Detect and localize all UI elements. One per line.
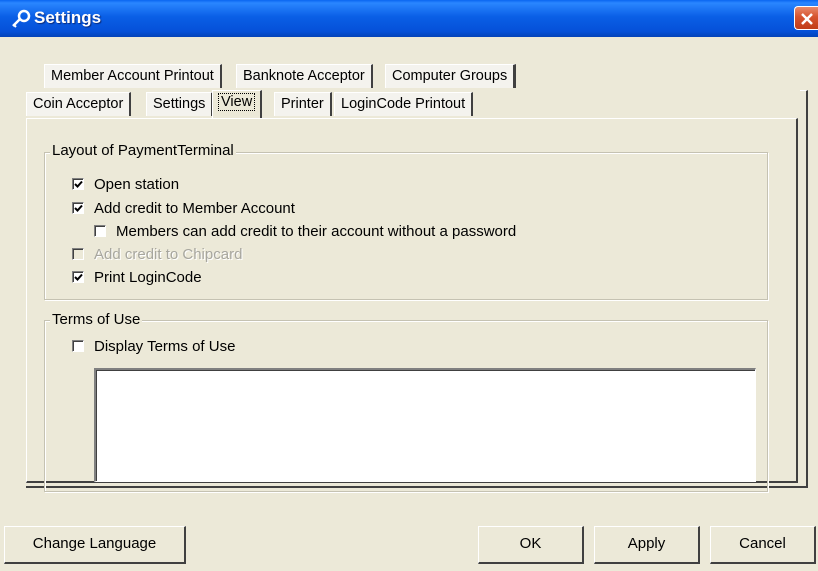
no-password-checkbox[interactable]	[94, 225, 106, 237]
close-icon	[801, 13, 813, 25]
no-password-label: Members can add credit to their account …	[116, 222, 517, 240]
tab-view[interactable]: View	[212, 90, 263, 118]
title-bar[interactable]: Settings	[0, 0, 818, 37]
close-button[interactable]	[794, 6, 818, 30]
open-station-label: Open station	[94, 175, 180, 193]
option-print-logincode[interactable]: Print LoginCode	[72, 267, 202, 287]
change-language-button[interactable]: Change Language	[4, 526, 186, 564]
add-credit-chipcard-label: Add credit to Chipcard	[94, 245, 243, 263]
apply-button[interactable]: Apply	[594, 526, 700, 564]
add-credit-member-label: Add credit to Member Account	[94, 199, 295, 217]
layout-group-title: Layout of PaymentTerminal	[50, 142, 236, 160]
add-credit-member-checkbox[interactable]	[72, 202, 84, 214]
tab-settings[interactable]: Settings	[146, 92, 214, 116]
terms-group-title: Terms of Use	[50, 311, 143, 329]
tab-logincode-printout[interactable]: LoginCode Printout	[334, 92, 474, 116]
checkmark-icon	[74, 204, 83, 212]
tab-banknote-acceptor[interactable]: Banknote Acceptor	[236, 64, 373, 88]
terms-of-use-textarea[interactable]	[94, 368, 756, 482]
checkmark-icon	[74, 180, 83, 188]
display-terms-checkbox[interactable]	[72, 340, 84, 352]
option-open-station[interactable]: Open station	[72, 174, 179, 194]
print-logincode-checkbox[interactable]	[72, 271, 84, 283]
open-station-checkbox[interactable]	[72, 178, 84, 190]
tab-member-account-printout[interactable]: Member Account Printout	[44, 64, 222, 88]
option-add-credit-chipcard: Add credit to Chipcard	[72, 244, 242, 264]
settings-key-icon	[12, 9, 31, 28]
option-no-password[interactable]: Members can add credit to their account …	[94, 221, 516, 241]
tab-printer[interactable]: Printer	[274, 92, 332, 116]
settings-window: Settings Member Account Printout Banknot…	[0, 0, 818, 571]
checkmark-icon	[74, 273, 83, 281]
window-title: Settings	[34, 8, 102, 27]
cancel-button[interactable]: Cancel	[710, 526, 816, 564]
print-logincode-label: Print LoginCode	[94, 268, 202, 286]
display-terms-label: Display Terms of Use	[94, 337, 236, 355]
ok-button[interactable]: OK	[478, 526, 584, 564]
option-add-credit-member[interactable]: Add credit to Member Account	[72, 198, 295, 218]
add-credit-chipcard-checkbox	[72, 248, 84, 260]
option-display-terms[interactable]: Display Terms of Use	[72, 336, 235, 356]
tab-panel-edge	[800, 90, 808, 488]
tab-computer-groups[interactable]: Computer Groups	[385, 64, 517, 88]
tab-coin-acceptor[interactable]: Coin Acceptor	[26, 92, 132, 116]
